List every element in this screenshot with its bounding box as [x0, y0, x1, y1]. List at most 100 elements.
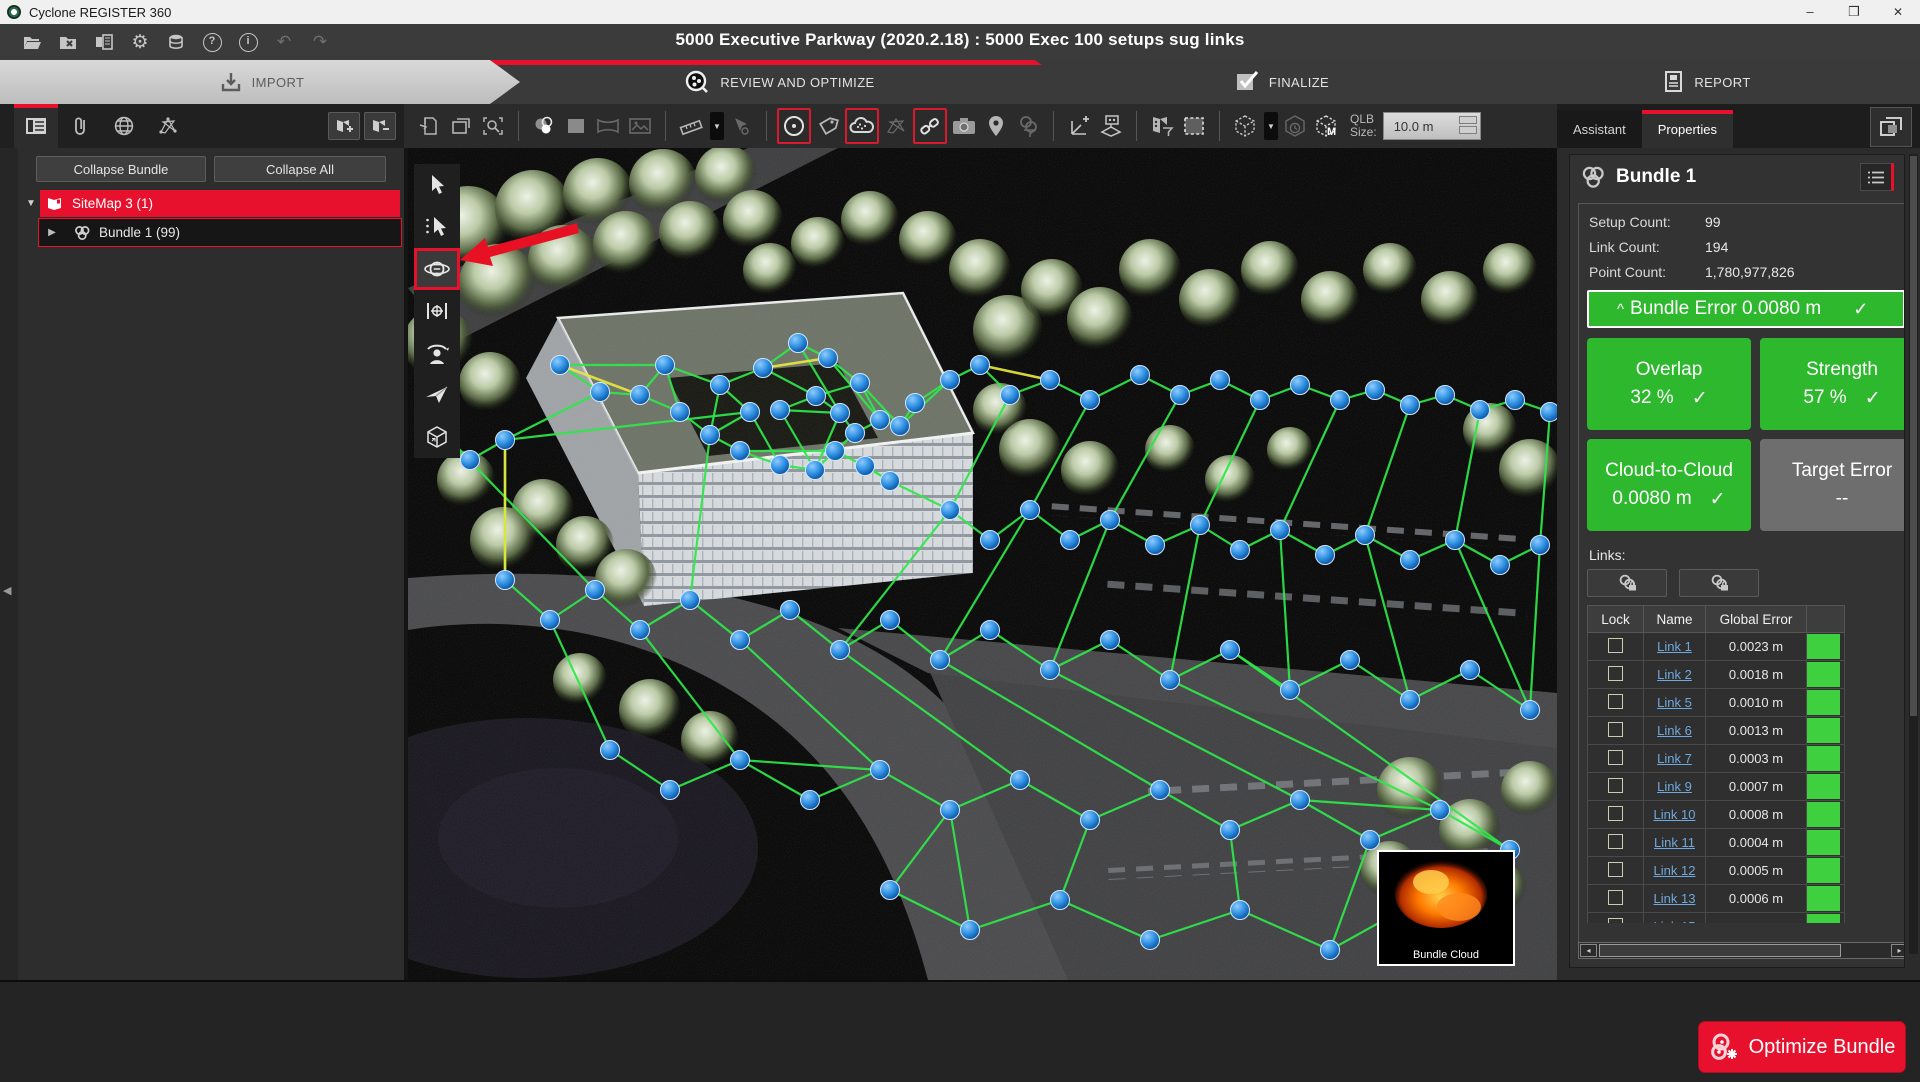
- setup-node[interactable]: [819, 349, 838, 368]
- setup-node[interactable]: [1401, 691, 1420, 710]
- table-row[interactable]: Link 60.0013 m: [1588, 717, 1845, 745]
- setup-node[interactable]: [551, 356, 570, 375]
- add-sitemap-button[interactable]: [328, 112, 360, 140]
- horizontal-scrollbar[interactable]: ◂ ▸: [1578, 942, 1905, 959]
- lock-checkbox[interactable]: [1608, 638, 1623, 653]
- lock-checkbox[interactable]: [1608, 778, 1623, 793]
- setup-node[interactable]: [1506, 391, 1525, 410]
- setup-node[interactable]: [1211, 371, 1230, 390]
- setup-node[interactable]: [941, 801, 960, 820]
- lock-links-button[interactable]: [1587, 569, 1667, 597]
- setup-node[interactable]: [781, 601, 800, 620]
- setup-node[interactable]: [601, 741, 620, 760]
- setup-node[interactable]: [1146, 536, 1165, 555]
- limit-box-icon[interactable]: [1230, 110, 1260, 142]
- optimize-bundle-button[interactable]: Optimize Bundle: [1699, 1022, 1905, 1072]
- setup-node[interactable]: [1316, 546, 1335, 565]
- unlock-links-button[interactable]: [1679, 569, 1759, 597]
- setup-node[interactable]: [881, 472, 900, 491]
- link-name[interactable]: Link 11: [1654, 835, 1695, 850]
- setup-node[interactable]: [1041, 661, 1060, 680]
- setup-node[interactable]: [701, 426, 720, 445]
- setup-node[interactable]: [941, 501, 960, 520]
- show-geotags-icon[interactable]: [981, 110, 1011, 142]
- setup-node[interactable]: [1521, 701, 1540, 720]
- setup-node[interactable]: [731, 751, 750, 770]
- setup-node[interactable]: [1221, 641, 1240, 660]
- tree-row-sitemap[interactable]: ▼ SiteMap 3 (1): [22, 190, 400, 217]
- duplicate-view-icon[interactable]: [446, 110, 476, 142]
- setup-node[interactable]: [711, 376, 730, 395]
- tab-project-tree[interactable]: [14, 104, 58, 148]
- tab-finalize[interactable]: FINALIZE: [1035, 60, 1529, 104]
- select-tool[interactable]: [414, 164, 460, 206]
- setup-node[interactable]: [771, 401, 790, 420]
- setup-node[interactable]: [846, 424, 865, 443]
- bundle-cloud-thumbnail[interactable]: Bundle Cloud: [1377, 850, 1515, 966]
- tab-link-graph[interactable]: [146, 104, 190, 148]
- lock-checkbox[interactable]: [1608, 918, 1623, 924]
- setup-node[interactable]: [931, 651, 950, 670]
- pan-tool[interactable]: [414, 290, 460, 332]
- setup-node[interactable]: [981, 621, 1000, 640]
- setup-node[interactable]: [1366, 381, 1385, 400]
- setup-node[interactable]: [1101, 511, 1120, 530]
- setup-node[interactable]: [1041, 371, 1060, 390]
- setup-node[interactable]: [789, 334, 808, 353]
- setup-node[interactable]: [1001, 386, 1020, 405]
- setup-node[interactable]: [961, 921, 980, 940]
- plane-view-icon[interactable]: [561, 110, 591, 142]
- setup-node[interactable]: [801, 791, 820, 810]
- setup-node[interactable]: [1151, 781, 1170, 800]
- link-name[interactable]: Link 1: [1657, 639, 1692, 654]
- tab-properties[interactable]: Properties: [1642, 110, 1733, 148]
- setup-node[interactable]: [741, 403, 760, 422]
- setup-node[interactable]: [496, 571, 515, 590]
- measure-icon[interactable]: [676, 110, 706, 142]
- collapse-panel-arrow-icon[interactable]: ◀: [3, 584, 11, 597]
- expand-caret-icon[interactable]: ▼: [22, 198, 40, 209]
- table-row[interactable]: Link 110.0004 m: [1588, 829, 1845, 857]
- scroll-right-arrow[interactable]: ▸: [1891, 944, 1905, 957]
- apply-control-icon[interactable]: [1096, 110, 1126, 142]
- table-row[interactable]: Link 90.0007 m: [1588, 773, 1845, 801]
- setup-node[interactable]: [631, 621, 650, 640]
- setup-node[interactable]: [1491, 556, 1510, 575]
- setup-node[interactable]: [1291, 791, 1310, 810]
- setup-node[interactable]: [881, 611, 900, 630]
- rect-select-icon[interactable]: [1179, 110, 1209, 142]
- setup-node[interactable]: [807, 387, 826, 406]
- setup-node[interactable]: [1191, 516, 1210, 535]
- collapse-bundle-button[interactable]: Collapse Bundle: [36, 156, 206, 182]
- setup-node[interactable]: [1051, 891, 1070, 910]
- setup-node[interactable]: [1461, 661, 1480, 680]
- table-row[interactable]: Link 50.0010 m: [1588, 689, 1845, 717]
- setup-node[interactable]: [1321, 941, 1340, 960]
- link-name[interactable]: Link 13: [1654, 891, 1696, 906]
- lock-checkbox[interactable]: [1608, 666, 1623, 681]
- setup-node[interactable]: [591, 383, 610, 402]
- bundle-list-button[interactable]: [1860, 163, 1894, 191]
- setup-node[interactable]: [1446, 531, 1465, 550]
- setup-node[interactable]: [656, 356, 675, 375]
- look-tool[interactable]: [414, 332, 460, 374]
- table-row[interactable]: Link 130.0006 m: [1588, 885, 1845, 913]
- tab-report[interactable]: REPORT: [1495, 60, 1920, 104]
- setup-node[interactable]: [971, 356, 990, 375]
- setup-node[interactable]: [826, 442, 845, 461]
- setup-node[interactable]: [1171, 386, 1190, 405]
- scroll-left-arrow[interactable]: ◂: [1580, 944, 1597, 957]
- table-row[interactable]: Link 100.0008 m: [1588, 801, 1845, 829]
- scrollbar-thumb[interactable]: [1599, 944, 1841, 957]
- link-name[interactable]: Link 12: [1654, 863, 1696, 878]
- setup-node[interactable]: [631, 386, 650, 405]
- setup-node[interactable]: [831, 641, 850, 660]
- limit-box-history-icon[interactable]: [1280, 110, 1310, 142]
- setup-node[interactable]: [541, 611, 560, 630]
- link-name[interactable]: Link 10: [1654, 807, 1696, 822]
- setup-node[interactable]: [1011, 771, 1030, 790]
- sitemap-filter-icon[interactable]: [1147, 110, 1177, 142]
- setup-node[interactable]: [1541, 403, 1558, 422]
- table-row[interactable]: Link 10.0023 m: [1588, 633, 1845, 661]
- multi-select-tool[interactable]: [414, 206, 460, 248]
